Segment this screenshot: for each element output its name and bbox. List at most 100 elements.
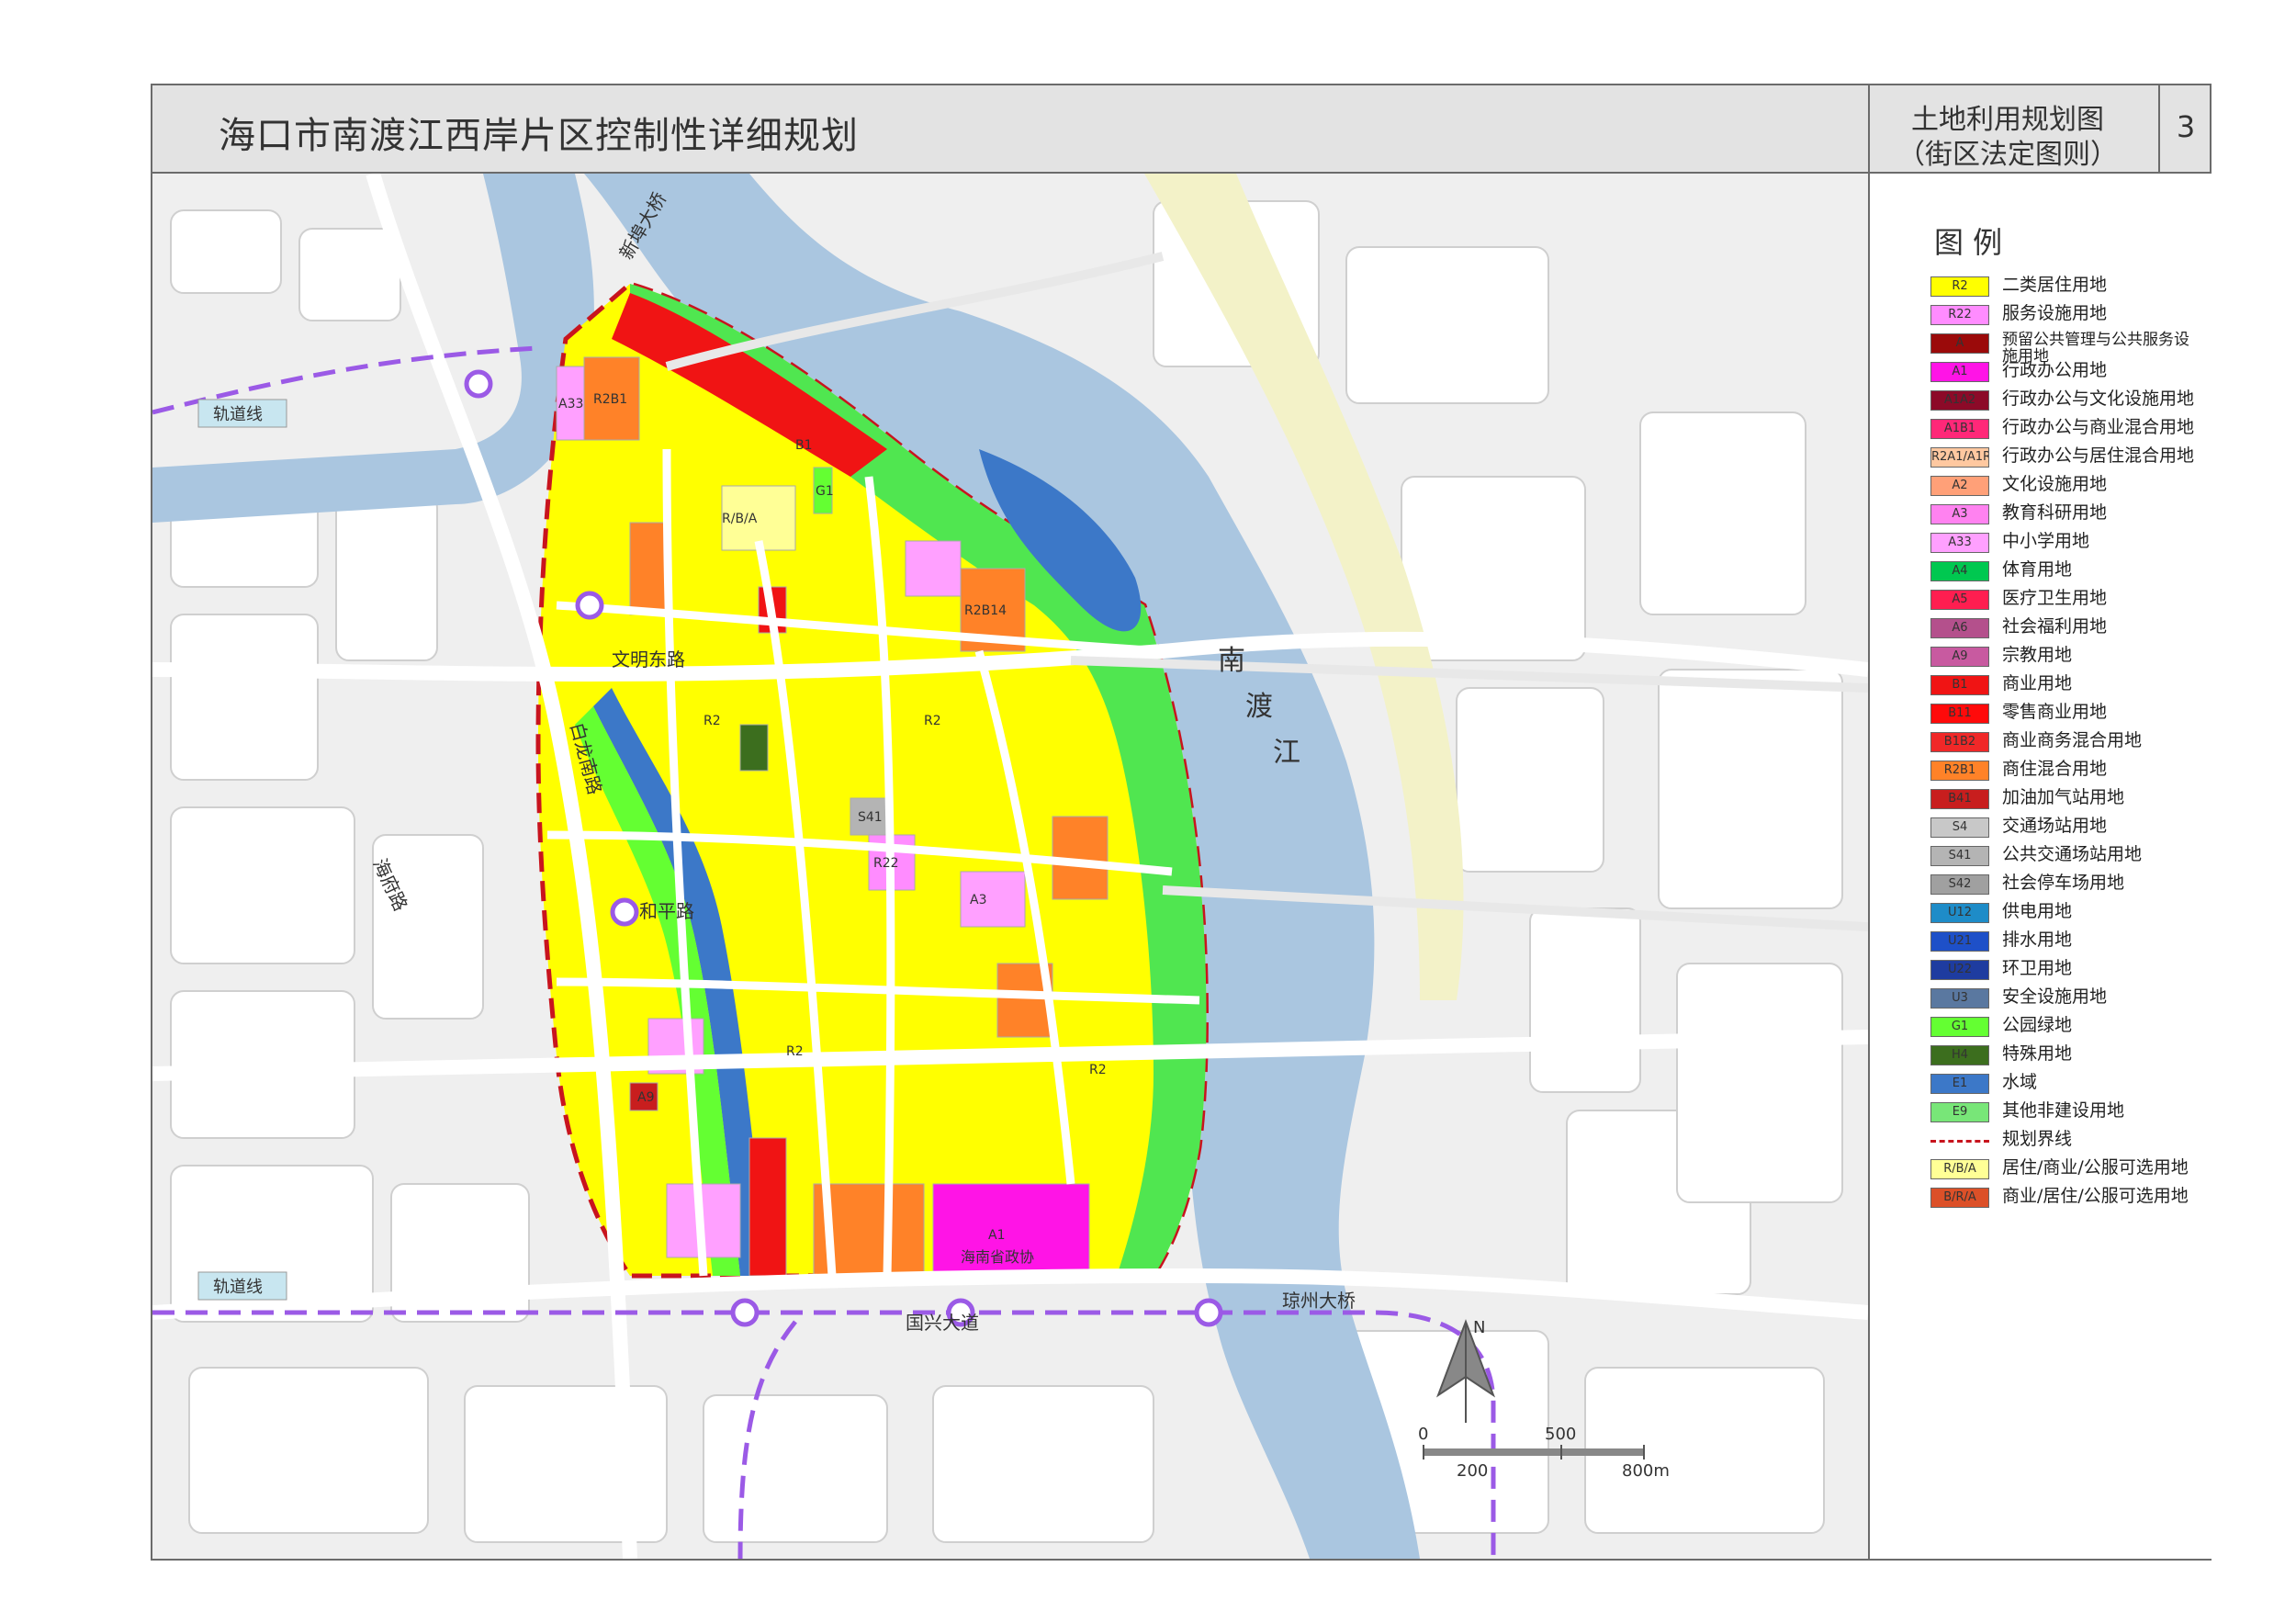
legend-item: R2 二类居住用地 bbox=[1930, 275, 2206, 299]
block-r2b1-2 bbox=[629, 522, 668, 615]
legend-label: 公园绿地 bbox=[2002, 1015, 2073, 1035]
legend-item: S41 公共交通场站用地 bbox=[1930, 844, 2206, 868]
code-r2-4: R2 bbox=[1089, 1063, 1107, 1077]
legend-label: 行政办公与文化设施用地 bbox=[2002, 389, 2195, 409]
code-r2-3: R2 bbox=[786, 1044, 804, 1059]
legend-item: B/R/A 商业/居住/公服可选用地 bbox=[1930, 1186, 2206, 1210]
sheet-title-box: 土地利用规划图 （街区法定图则） bbox=[1868, 85, 2145, 172]
legend-swatch: B1B2 bbox=[1930, 732, 1989, 752]
legend-label: 商业用地 bbox=[2002, 673, 2073, 693]
legend-swatch: A2 bbox=[1930, 476, 1989, 496]
north-label: N bbox=[1473, 1318, 1485, 1337]
code-b1-north: B1 bbox=[795, 438, 813, 453]
title-bar: 海口市南渡江西岸片区控制性详细规划 土地利用规划图 （街区法定图则） 3 bbox=[152, 85, 2210, 174]
legend-item: A4 体育用地 bbox=[1930, 559, 2206, 583]
code-a33-4: A3 bbox=[970, 893, 986, 907]
code-r2-1: R2 bbox=[703, 714, 721, 728]
legend-item: A1A2 行政办公与文化设施用地 bbox=[1930, 389, 2206, 412]
code-a9: A9 bbox=[637, 1090, 654, 1105]
legend-swatch: R2A1/A1R2 bbox=[1930, 447, 1989, 468]
legend-label: 教育科研用地 bbox=[2002, 502, 2108, 523]
legend-item: A6 社会福利用地 bbox=[1930, 616, 2206, 640]
legend-item: B41 加油加气站用地 bbox=[1930, 787, 2206, 811]
legend-label: 商住混合用地 bbox=[2002, 759, 2108, 779]
legend-item: S4 交通场站用地 bbox=[1930, 816, 2206, 840]
legend-label: 社会福利用地 bbox=[2002, 616, 2108, 637]
legend-swatch: B1 bbox=[1930, 675, 1989, 695]
sheet-title-line2: （街区法定图则） bbox=[1897, 139, 2118, 171]
legend-item: A33 中小学用地 bbox=[1930, 531, 2206, 555]
legend-item: R/B/A 居住/商业/公服可选用地 bbox=[1930, 1157, 2206, 1181]
legend-label: 行政办公与居住混合用地 bbox=[2002, 445, 2195, 466]
legend-swatch: U12 bbox=[1930, 903, 1989, 923]
label-guoxing-ave: 国兴大道 bbox=[906, 1312, 979, 1334]
legend-label: 行政办公与商业混合用地 bbox=[2002, 417, 2195, 437]
landmark-label: 海南省政协 bbox=[961, 1248, 1034, 1266]
block-h4 bbox=[739, 724, 769, 772]
legend-label: 宗教用地 bbox=[2002, 645, 2073, 665]
legend-swatch: R2B1 bbox=[1930, 761, 1989, 781]
legend-swatch: A4 bbox=[1930, 561, 1989, 581]
legend-item: A1B1 行政办公与商业混合用地 bbox=[1930, 417, 2206, 441]
legend-label: 服务设施用地 bbox=[2002, 303, 2108, 323]
legend-swatch: R22 bbox=[1930, 305, 1989, 325]
legend-swatch: A9 bbox=[1930, 647, 1989, 667]
block-a33-2 bbox=[905, 540, 962, 597]
legend-swatch: G1 bbox=[1930, 1017, 1989, 1037]
legend-item: A2 文化设施用地 bbox=[1930, 474, 2206, 498]
land-use-map[interactable]: 南 渡 江 新埠大桥 文明东路 琼州大桥 国兴大道 海府路 和平路 白龙南路 轨… bbox=[152, 174, 1868, 1559]
legend-swatch: U3 bbox=[1930, 988, 1989, 1009]
legend-label: 公共交通场站用地 bbox=[2002, 844, 2143, 864]
legend-label: 体育用地 bbox=[2002, 559, 2073, 580]
legend-swatch: S4 bbox=[1930, 817, 1989, 838]
legend-label: 安全设施用地 bbox=[2002, 986, 2108, 1007]
legend-label: 其他非建设用地 bbox=[2002, 1100, 2125, 1121]
map-canvas: 南 渡 江 新埠大桥 文明东路 琼州大桥 国兴大道 海府路 和平路 白龙南路 轨… bbox=[152, 174, 1868, 1559]
map-frame: 海口市南渡江西岸片区控制性详细规划 土地利用规划图 （街区法定图则） 3 南 渡… bbox=[151, 84, 2212, 1561]
legend-label: 中小学用地 bbox=[2002, 531, 2090, 551]
code-s41: S41 bbox=[858, 810, 883, 825]
legend-item: U22 环卫用地 bbox=[1930, 958, 2206, 982]
legend-swatch: A3 bbox=[1930, 504, 1989, 524]
legend-swatch: A33 bbox=[1930, 533, 1989, 553]
legend-item: A9 宗教用地 bbox=[1930, 645, 2206, 669]
legend-swatch: S42 bbox=[1930, 874, 1989, 895]
legend-swatch: A5 bbox=[1930, 590, 1989, 610]
legend-swatch: B41 bbox=[1930, 789, 1989, 809]
scale-label-800m: 800m bbox=[1622, 1461, 1670, 1481]
legend-item: R2B1 商住混合用地 bbox=[1930, 759, 2206, 783]
legend-label: 商业/居住/公服可选用地 bbox=[2002, 1186, 2189, 1206]
legend-label: 零售商业用地 bbox=[2002, 702, 2108, 722]
legend-swatch: A1A2 bbox=[1930, 390, 1989, 411]
river-label-char-2: 江 bbox=[1273, 737, 1300, 769]
legend-item: E9 其他非建设用地 bbox=[1930, 1100, 2206, 1124]
code-r2b1-1: R2B1 bbox=[593, 392, 627, 407]
legend-item: G1 公园绿地 bbox=[1930, 1015, 2206, 1039]
transit-label-north: 轨道线 bbox=[213, 405, 263, 424]
legend-label: 社会停车场用地 bbox=[2002, 873, 2125, 893]
legend-label: 二类居住用地 bbox=[2002, 275, 2108, 295]
legend-swatch: A1 bbox=[1930, 362, 1989, 382]
label-wenming-rd: 文明东路 bbox=[612, 648, 685, 671]
legend-label: 特殊用地 bbox=[2002, 1043, 2073, 1064]
legend-swatch: A bbox=[1930, 333, 1989, 354]
legend-swatch: U21 bbox=[1930, 931, 1989, 952]
legend-swatch: E1 bbox=[1930, 1074, 1989, 1094]
legend-item: A1 行政办公用地 bbox=[1930, 360, 2206, 384]
sheet-number-box: 3 bbox=[2158, 85, 2212, 172]
sheet-number: 3 bbox=[2176, 109, 2196, 144]
code-r22-1: R22 bbox=[873, 856, 899, 871]
block-b1-1 bbox=[748, 1137, 787, 1277]
legend-item: B1B2 商业商务混合用地 bbox=[1930, 730, 2206, 754]
legend-label: 商业商务混合用地 bbox=[2002, 730, 2143, 750]
legend-label: 规划界线 bbox=[2002, 1129, 2073, 1149]
code-r2b14: R2B14 bbox=[964, 603, 1007, 618]
code-a33-1: A33 bbox=[558, 397, 583, 411]
river-label-char-0: 南 bbox=[1218, 645, 1245, 677]
legend-swatch: A1B1 bbox=[1930, 419, 1989, 439]
scale-label-500: 500 bbox=[1545, 1425, 1576, 1444]
legend-item: R22 服务设施用地 bbox=[1930, 303, 2206, 327]
plan-title: 海口市南渡江西岸片区控制性详细规划 bbox=[219, 115, 859, 157]
legend-item: 规划界线 bbox=[1930, 1129, 2206, 1153]
code-a1-main: A1 bbox=[988, 1228, 1005, 1243]
